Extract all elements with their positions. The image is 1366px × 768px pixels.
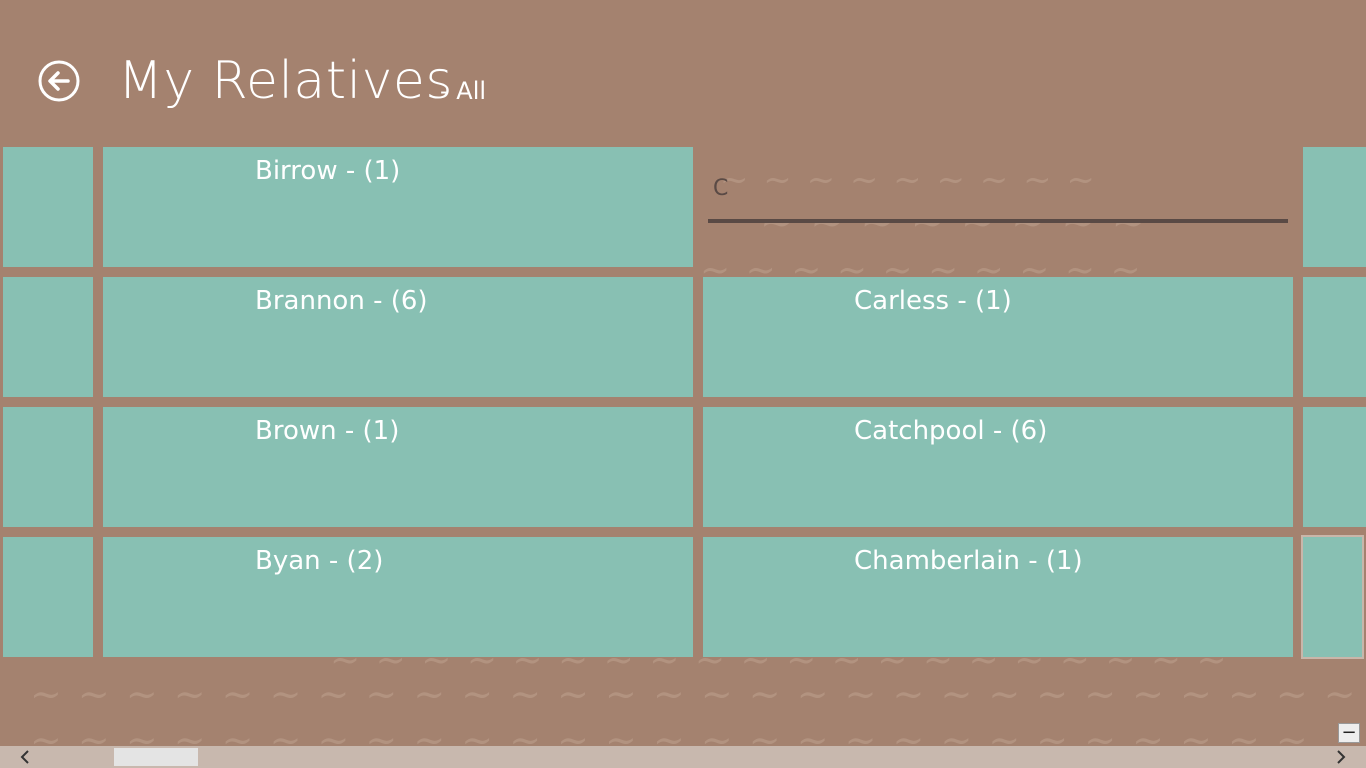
surname-tile-brown[interactable]: Brown - (1) xyxy=(103,407,693,527)
surname-label: Brown - (1) xyxy=(255,416,400,446)
surname-tile-chamberlain[interactable]: Chamberlain - (1) xyxy=(703,537,1293,657)
surname-tile-birrow[interactable]: Birrow - (1) xyxy=(103,147,693,267)
surname-tile-brannon[interactable]: Brannon - (6) xyxy=(103,277,693,397)
back-arrow-icon xyxy=(38,60,80,102)
partial-tile[interactable] xyxy=(1303,407,1366,527)
surname-label: Byan - (2) xyxy=(255,546,384,576)
partial-tile[interactable] xyxy=(3,537,93,657)
surname-label: Chamberlain - (1) xyxy=(854,546,1083,576)
partial-tile[interactable] xyxy=(1303,147,1366,267)
chevron-right-icon[interactable] xyxy=(1330,746,1352,768)
chevron-left-icon[interactable] xyxy=(14,746,36,768)
partial-tile[interactable] xyxy=(3,407,93,527)
partial-tile-focused[interactable] xyxy=(1301,535,1364,659)
page-title: My Relatives xyxy=(118,51,453,111)
surname-tile-catchpool[interactable]: Catchpool - (6) xyxy=(703,407,1293,527)
background-script-line: ~ ~ ~ ~ ~ ~ ~ ~ ~ ~ ~ ~ ~ ~ ~ ~ ~ ~ ~ ~ … xyxy=(30,672,1358,716)
back-button[interactable] xyxy=(38,60,80,102)
surname-tile-carless[interactable]: Carless - (1) xyxy=(703,277,1293,397)
partial-tile[interactable] xyxy=(3,147,93,267)
scrollbar-thumb[interactable] xyxy=(114,748,198,766)
partial-tile[interactable] xyxy=(3,277,93,397)
horizontal-scrollbar[interactable] xyxy=(0,746,1366,768)
surname-label: Brannon - (6) xyxy=(255,286,428,316)
partial-tile[interactable] xyxy=(1303,277,1366,397)
semantic-zoom-button[interactable]: − xyxy=(1338,723,1360,743)
surname-tile-byan[interactable]: Byan - (2) xyxy=(103,537,693,657)
group-header-c[interactable]: C xyxy=(708,147,1288,227)
surname-label: Catchpool - (6) xyxy=(854,416,1048,446)
surname-label: Carless - (1) xyxy=(854,286,1012,316)
group-letter: C xyxy=(713,176,729,201)
filter-label: - All xyxy=(440,77,487,105)
group-divider xyxy=(708,219,1288,223)
surname-label: Birrow - (1) xyxy=(255,156,401,186)
